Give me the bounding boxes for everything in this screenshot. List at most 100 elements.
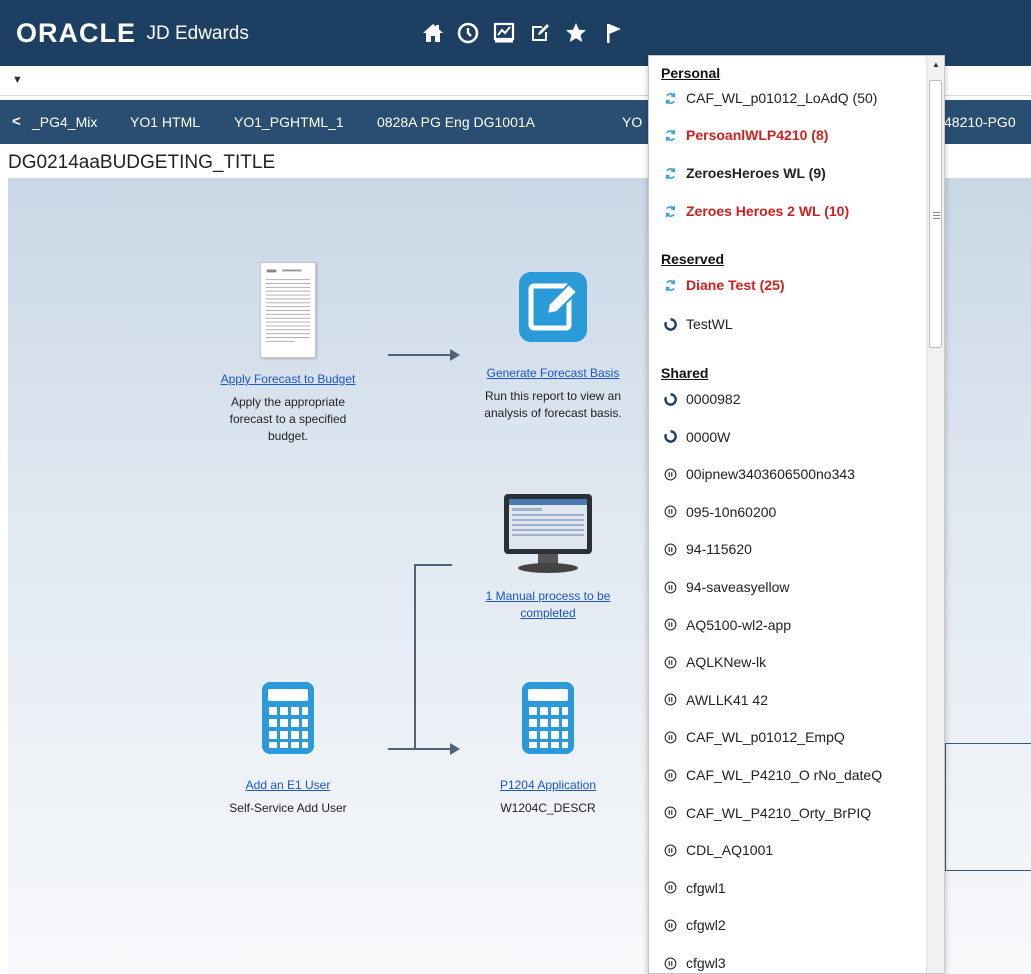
watchlist-item-label: 0000982: [686, 391, 741, 407]
pause-icon: [663, 618, 677, 632]
generate-forecast-description: Run this report to view an analysis of f…: [484, 389, 622, 420]
p1204-application-link[interactable]: P1204 Application: [500, 778, 596, 792]
menu-dropdown-caret-icon[interactable]: ▼: [12, 74, 23, 86]
task-add-e1-user: Add an E1 User Self-Service Add User: [178, 682, 398, 817]
dropdown-scrollbar[interactable]: ▲: [926, 56, 944, 973]
watchlist-item-shared[interactable]: cfgwl3: [663, 955, 726, 971]
favorites-icon[interactable]: [563, 20, 589, 46]
watchlist-item-label: Diane Test (25): [686, 277, 785, 293]
calculator-icon[interactable]: [262, 682, 314, 754]
section-reserved: Reserved: [661, 251, 725, 267]
watchlist-item-shared[interactable]: AWLLK41 42: [663, 692, 768, 708]
watchlist-item-shared[interactable]: 94-115620: [663, 541, 752, 557]
watchlist-item-shared[interactable]: cfgwl2: [663, 917, 726, 933]
logo-brand: ORACLE: [16, 18, 136, 48]
tab-scroll-left-icon[interactable]: <: [12, 113, 21, 130]
watchlist-item-shared[interactable]: CDL_AQ1001: [663, 842, 773, 858]
watchlist-item-shared[interactable]: CAF_WL_P4210_O rNo_dateQ: [663, 767, 882, 783]
watchlist-item-label: CAF_WL_P4210_O rNo_dateQ: [686, 767, 883, 783]
watchlist-item-shared[interactable]: 00ipnew3403606500no343: [663, 466, 855, 482]
add-e1-user-link[interactable]: Add an E1 User: [246, 778, 331, 792]
oracle-jde-logo[interactable]: ORACLE JD Edwards: [16, 18, 249, 49]
circle-icon: [663, 317, 677, 331]
pause-icon: [663, 655, 677, 669]
calculator-icon[interactable]: [522, 682, 574, 754]
watchlist-item-label: cfgwl1: [686, 879, 726, 896]
watchlist-item-reserved[interactable]: TestWL: [663, 316, 733, 332]
pause-icon: [663, 918, 677, 932]
arrow-head-icon: [450, 349, 460, 361]
tab-yo1-html[interactable]: YO1 HTML: [130, 114, 200, 130]
watchlist-item-label: AQ5100-wl2-app: [686, 616, 792, 633]
manual-process-link[interactable]: 1 Manual process to be completed: [486, 589, 611, 620]
watchlist-item-label: PersoanlWLP4210 (8): [686, 127, 829, 143]
tab-yo1-pghtml-1[interactable]: YO1_PGHTML_1: [234, 114, 344, 130]
watchlist-item-label: 94-saveasyellow: [686, 579, 790, 595]
refresh-icon: [663, 278, 677, 292]
arrow-head-icon: [450, 743, 460, 755]
circle-icon: [663, 430, 677, 444]
monitor-icon[interactable]: [498, 490, 598, 576]
edit-report-icon[interactable]: [517, 270, 589, 344]
watchlist-item-shared[interactable]: 94-saveasyellow: [663, 579, 790, 595]
watchlist-item-label: 095-10n60200: [686, 503, 777, 520]
watchlist-item-shared[interactable]: CAF_WL_p01012_EmpQ: [663, 729, 845, 745]
watchlist-dropdown[interactable]: Personal Reserved Shared ▲ CAF_WL_p01012…: [648, 55, 945, 974]
p1204-description: W1204C_DESCR: [500, 801, 596, 815]
watchlist-item-personal[interactable]: CAF_WL_p01012_LoAdQ (50): [663, 90, 877, 106]
watchlist-item-label: AQLKNew-lk: [686, 654, 767, 671]
flow-connector: [388, 748, 452, 750]
flow-box-partial: [945, 743, 1031, 871]
recent-icon[interactable]: [455, 20, 481, 46]
tab-pg4-mix[interactable]: _PG4_Mix: [32, 114, 97, 130]
watchlist-item-personal[interactable]: PersoanlWLP4210 (8): [663, 127, 828, 143]
section-personal: Personal: [661, 65, 721, 81]
tab-0828a-pg-eng[interactable]: 0828A PG Eng DG1001A: [377, 114, 535, 130]
pause-icon: [663, 542, 677, 556]
pause-icon: [663, 768, 677, 782]
watchlist-item-personal[interactable]: Zeroes Heroes 2 WL (10): [663, 203, 849, 219]
flow-connector-top: [414, 564, 452, 566]
watchlist-item-label: AWLLK41 42: [686, 691, 768, 708]
watchlist-item-shared[interactable]: AQLKNew-lk: [663, 654, 766, 670]
watchlist-item-shared[interactable]: 0000982: [663, 391, 741, 407]
flow-connector-vertical: [414, 564, 416, 750]
watchlist-item-label: 94-115620: [686, 541, 752, 558]
watchlist-item-label: 00ipnew3403606500no343: [686, 466, 855, 483]
watchlist-item-shared[interactable]: 0000W: [663, 429, 730, 445]
tab-48210-pg0[interactable]: 48210-PG0: [944, 114, 1016, 130]
pause-icon: [663, 881, 677, 895]
flag-icon[interactable]: [601, 20, 627, 46]
pause-icon: [663, 505, 677, 519]
watchlist-item-label: CAF_WL_p01012_LoAdQ (50): [686, 90, 878, 106]
page-title: DG0214aaBUDGETING_TITLE: [8, 152, 276, 173]
watchlist-item-label: CAF_WL_p01012_EmpQ: [686, 729, 845, 746]
flow-arrow: [388, 354, 452, 356]
watchlist-item-reserved[interactable]: Diane Test (25): [663, 277, 785, 293]
report-thumbnail-icon[interactable]: [260, 262, 316, 358]
watchlist-item-shared[interactable]: 095-10n60200: [663, 504, 776, 520]
generate-forecast-link[interactable]: Generate Forecast Basis: [487, 366, 620, 380]
apply-forecast-link[interactable]: Apply Forecast to Budget: [221, 372, 356, 386]
refresh-icon: [663, 166, 677, 180]
tab-yo[interactable]: YO: [622, 114, 642, 130]
edit-icon[interactable]: [527, 20, 553, 46]
add-user-description: Self-Service Add User: [229, 801, 347, 815]
pause-icon: [663, 806, 677, 820]
watchlist-item-label: Zeroes Heroes 2 WL (10): [686, 203, 850, 219]
refresh-icon: [663, 128, 677, 142]
watchlist-item-personal[interactable]: ZeroesHeroes WL (9): [663, 165, 826, 181]
pause-icon: [663, 730, 677, 744]
watchlist-icon[interactable]: [491, 20, 517, 46]
watchlist-item-shared[interactable]: cfgwl1: [663, 880, 726, 896]
watchlist-item-shared[interactable]: AQ5100-wl2-app: [663, 617, 791, 633]
pause-icon: [663, 467, 677, 481]
task-p1204-application: P1204 Application W1204C_DESCR: [473, 682, 623, 817]
watchlist-item-label: cfgwl3: [686, 955, 726, 971]
home-icon[interactable]: [420, 20, 446, 46]
watchlist-item-shared[interactable]: CAF_WL_P4210_Orty_BrPIQ: [663, 805, 871, 821]
scrollbar-thumb[interactable]: [929, 80, 942, 348]
scroll-up-icon[interactable]: ▲: [932, 60, 940, 69]
task-generate-forecast: Generate Forecast Basis Run this report …: [463, 270, 643, 422]
watchlist-item-label: 0000W: [686, 428, 731, 445]
